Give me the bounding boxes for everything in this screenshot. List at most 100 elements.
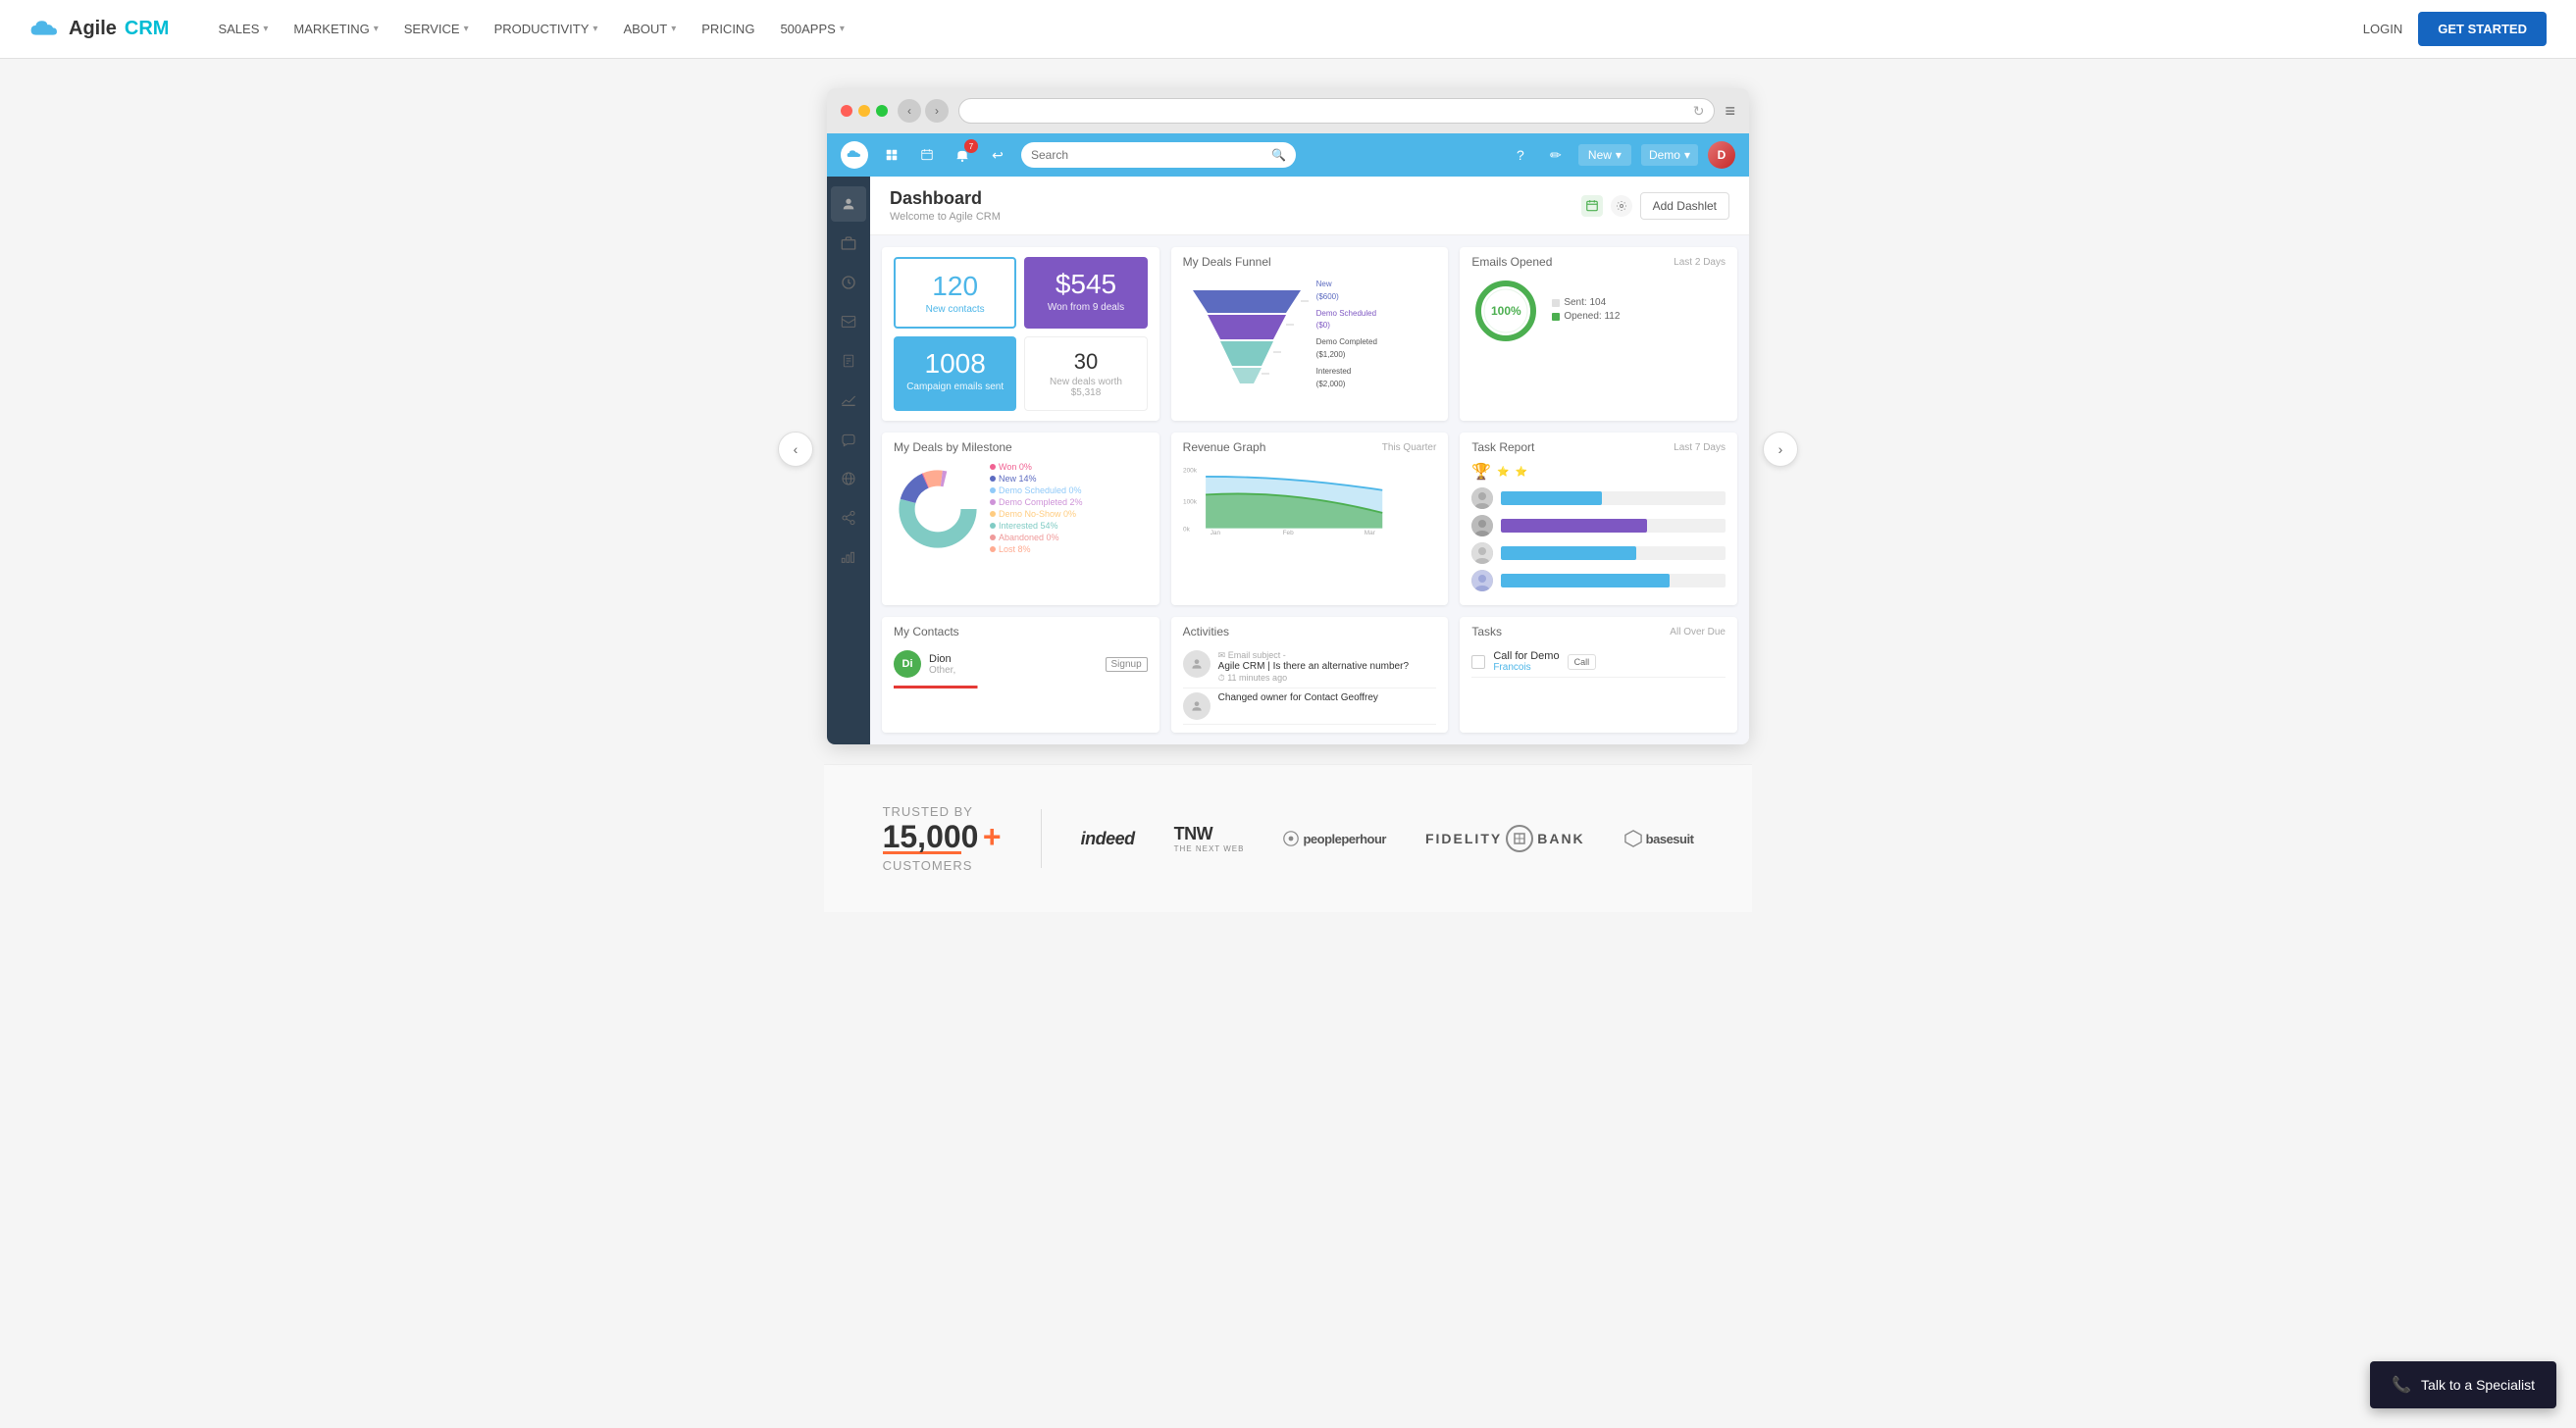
browser-wrapper: ‹ ‹ › ↻ ≡ (827, 88, 1749, 744)
activities-title: Activities (1183, 625, 1229, 638)
trusted-plus: + (983, 819, 1002, 854)
nav-item-sales[interactable]: SALES ▾ (208, 14, 278, 44)
settings-action-icon[interactable] (1611, 195, 1632, 217)
browser-nav-buttons: ‹ › (898, 99, 949, 123)
crm-new-button[interactable]: New ▾ (1578, 144, 1631, 166)
browser-url-bar[interactable]: ↻ (958, 98, 1715, 124)
crm-notification-icon[interactable]: 7 (949, 141, 976, 169)
activity-user-icon (1183, 650, 1211, 678)
ml-won: Won 0% (990, 462, 1083, 472)
task-bar-row-4 (1471, 570, 1726, 591)
sidebar-item-docs[interactable] (831, 343, 866, 379)
sidebar-item-emails[interactable] (831, 304, 866, 339)
carousel-prev-button[interactable]: ‹ (778, 432, 813, 467)
emails-opened-header: Emails Opened Last 2 Days (1460, 247, 1737, 269)
contacts-body: Di Dion Other, Signup (882, 638, 1159, 696)
emails-sent-number: 1008 (905, 348, 1005, 380)
svg-text:Jan: Jan (1210, 530, 1220, 536)
task-bar-2-container (1501, 519, 1726, 533)
task-report-title: Task Report (1471, 440, 1534, 454)
activities-body: ✉ Email subject - Agile CRM | Is there a… (1171, 638, 1449, 733)
contact-name: Dion (929, 653, 955, 665)
contact-info: Dion Other, (929, 653, 955, 676)
browser-back-button[interactable]: ‹ (898, 99, 921, 123)
task-person-1: Francois (1493, 662, 1559, 673)
nav-item-500apps[interactable]: 500APPS ▾ (770, 14, 853, 44)
contact-signup-tag[interactable]: Signup (1106, 657, 1148, 672)
revenue-header: Revenue Graph This Quarter (1171, 433, 1449, 454)
funnel-chart (1183, 285, 1311, 383)
specialist-button[interactable]: 📞 Talk to a Specialist (2370, 1361, 2556, 1408)
task-call-button[interactable]: Call (1568, 654, 1597, 670)
trophy-icon: 🏆 (1471, 462, 1491, 482)
nav-item-service[interactable]: SERVICE ▾ (394, 14, 479, 44)
divider (1041, 809, 1042, 868)
task-checkbox-1[interactable] (1471, 655, 1485, 669)
sidebar-item-social[interactable] (831, 500, 866, 536)
fidelity-logo-icon (1506, 825, 1533, 852)
crm-search-bar[interactable]: 🔍 (1021, 142, 1296, 168)
calendar-action-icon[interactable] (1581, 195, 1603, 217)
get-started-button[interactable]: GET STARTED (2418, 12, 2547, 46)
emails-opened-body: 100% Sent: 104 (1460, 269, 1737, 357)
contacts-dashlet: My Contacts Di Dion Other, (882, 617, 1159, 733)
dashboard-subtitle: Welcome to Agile CRM (890, 211, 1001, 223)
nav-item-pricing[interactable]: PRICING (692, 14, 764, 44)
ml-demo-scheduled: Demo Scheduled 0% (990, 485, 1083, 495)
new-contacts-number: 120 (907, 271, 1003, 302)
crm-user-avatar[interactable]: D (1708, 141, 1735, 169)
window-close-dot[interactable] (841, 105, 852, 117)
sidebar-item-tasks[interactable] (831, 265, 866, 300)
crm-edit-icon[interactable]: ✏ (1543, 142, 1569, 168)
sidebar-item-contacts[interactable] (831, 186, 866, 222)
browser-menu-icon[interactable]: ≡ (1725, 101, 1735, 122)
emails-sent-label: Campaign emails sent (905, 382, 1005, 392)
nav-item-about[interactable]: ABOUT ▾ (613, 14, 686, 44)
browser-forward-button[interactable]: › (925, 99, 949, 123)
sidebar-item-web[interactable] (831, 461, 866, 496)
search-icon: 🔍 (1271, 148, 1286, 162)
nav-item-marketing[interactable]: MARKETING ▾ (283, 14, 387, 44)
task-report-body: 🏆 ⭐ ⭐ (1460, 454, 1737, 605)
logo-area[interactable]: Agile CRM (29, 18, 169, 41)
crm-calendar-icon[interactable] (913, 141, 941, 169)
sidebar-item-reports[interactable] (831, 382, 866, 418)
nav-links: SALES ▾ MARKETING ▾ SERVICE ▾ PRODUCTIVI… (208, 14, 2362, 44)
won-amount: $545 (1036, 269, 1135, 300)
window-maximize-dot[interactable] (876, 105, 888, 117)
login-button[interactable]: LOGIN (2363, 22, 2402, 36)
crm-logo-icon[interactable] (841, 141, 868, 169)
opened-dot (1552, 313, 1560, 321)
task-bar-1-container (1501, 491, 1726, 505)
crm-help-icon[interactable]: ? (1508, 142, 1533, 168)
crm-contacts-icon[interactable] (878, 141, 905, 169)
crm-back-icon[interactable]: ↩ (984, 141, 1011, 169)
about-dropdown-icon: ▾ (671, 24, 676, 34)
search-input[interactable] (1031, 148, 1265, 162)
nav-item-productivity[interactable]: PRODUCTIVITY ▾ (485, 14, 608, 44)
trusted-number: 15,000 (883, 819, 979, 854)
crm-interface: 7 ↩ 🔍 ? ✏ New ▾ (827, 133, 1749, 744)
sent-dot (1552, 299, 1560, 307)
add-dashlet-button[interactable]: Add Dashlet (1640, 192, 1729, 220)
activity-content-2: Changed owner for Contact Geoffrey (1218, 692, 1378, 720)
crm-demo-button[interactable]: Demo ▾ (1641, 144, 1698, 166)
deals-funnel-body: New ($600) Demo Scheduled ($0) Demo Comp… (1171, 269, 1449, 400)
crm-main: Dashboard Welcome to Agile CRM A (870, 177, 1749, 744)
partner-fidelity: FIDELITY BANK (1425, 825, 1585, 852)
deals-funnel-header: My Deals Funnel (1171, 247, 1449, 269)
dashboard-title: Dashboard (890, 188, 1001, 209)
sidebar-item-analytics[interactable] (831, 539, 866, 575)
carousel-next-button[interactable]: › (1763, 432, 1798, 467)
emails-opened-dashlet: Emails Opened Last 2 Days (1460, 247, 1737, 421)
sidebar-item-deals[interactable] (831, 226, 866, 261)
logo-text-agile: Agile (69, 18, 117, 40)
crm-nav-icons: 7 ↩ (878, 141, 1011, 169)
contact-row-dion[interactable]: Di Dion Other, Signup (894, 646, 1148, 682)
milestone-pie-chart (894, 465, 982, 553)
sidebar-item-chat[interactable] (831, 422, 866, 457)
new-deals-number: 30 (1037, 349, 1134, 375)
main-content: ‹ ‹ › ↻ ≡ (0, 59, 2576, 932)
window-minimize-dot[interactable] (858, 105, 870, 117)
email-opened-row: Opened: 112 (1552, 311, 1620, 322)
